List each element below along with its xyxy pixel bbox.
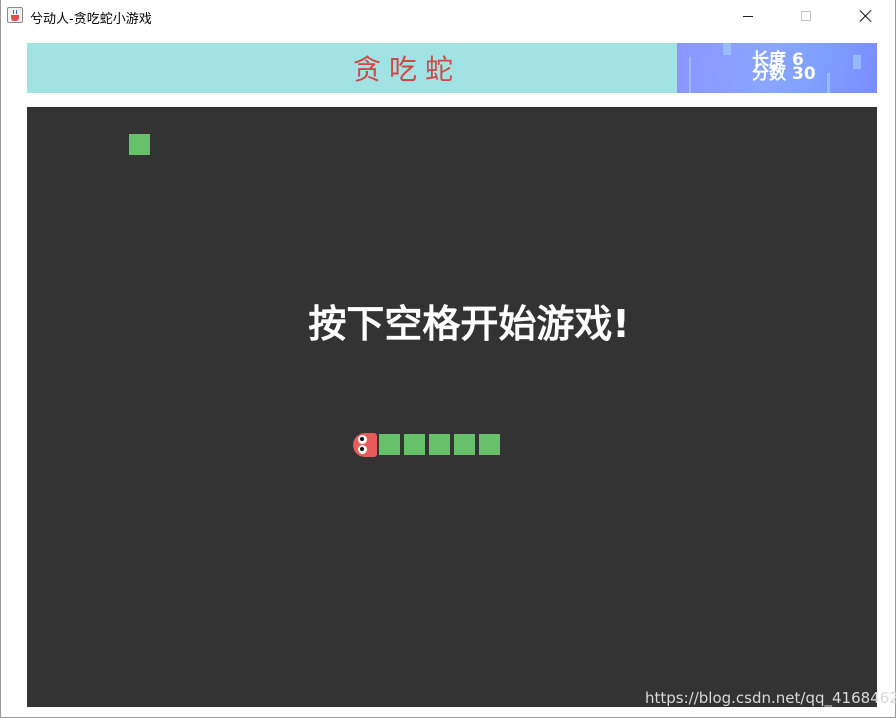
java-cup-icon[interactable] bbox=[7, 7, 23, 23]
close-button[interactable] bbox=[843, 0, 889, 32]
close-icon bbox=[859, 9, 873, 23]
watermark: https://blog.csdn.net/qq_41684621 bbox=[645, 689, 896, 707]
food-pellet bbox=[129, 134, 150, 155]
header-banner: 贪吃蛇 bbox=[27, 43, 677, 93]
snake-body-segment bbox=[479, 434, 500, 455]
game-window: 兮动人-贪吃蛇小游戏 贪吃蛇 长度 6 分数 30 按下空格开始游戏! http… bbox=[0, 0, 896, 718]
minimize-icon bbox=[743, 15, 753, 17]
decor-line bbox=[827, 73, 830, 93]
snake-body-segment bbox=[454, 434, 475, 455]
decor-block bbox=[853, 55, 861, 69]
score-value: 30 bbox=[792, 64, 816, 84]
snake-eye-icon bbox=[358, 445, 367, 454]
maximize-icon bbox=[801, 11, 811, 21]
score-label: 分数 bbox=[752, 64, 786, 84]
maximize-button[interactable] bbox=[783, 0, 829, 32]
decor-line bbox=[689, 57, 691, 93]
window-title: 兮动人-贪吃蛇小游戏 bbox=[30, 12, 152, 27]
minimize-button[interactable] bbox=[725, 0, 771, 32]
snake-head bbox=[353, 433, 377, 457]
game-board[interactable]: 按下空格开始游戏! bbox=[27, 107, 877, 707]
snake-body-segment bbox=[379, 434, 400, 455]
game-title: 贪吃蛇 bbox=[352, 53, 461, 86]
snake-body-segment bbox=[429, 434, 450, 455]
decor-block bbox=[723, 43, 731, 55]
title-bar[interactable]: 兮动人-贪吃蛇小游戏 bbox=[1, 0, 895, 32]
snake-body-segment bbox=[404, 434, 425, 455]
snake-eye-icon bbox=[358, 435, 367, 444]
start-prompt: 按下空格开始游戏! bbox=[308, 302, 630, 346]
stats-panel: 长度 6 分数 30 bbox=[677, 43, 877, 93]
score-stat: 分数 30 bbox=[752, 65, 816, 83]
